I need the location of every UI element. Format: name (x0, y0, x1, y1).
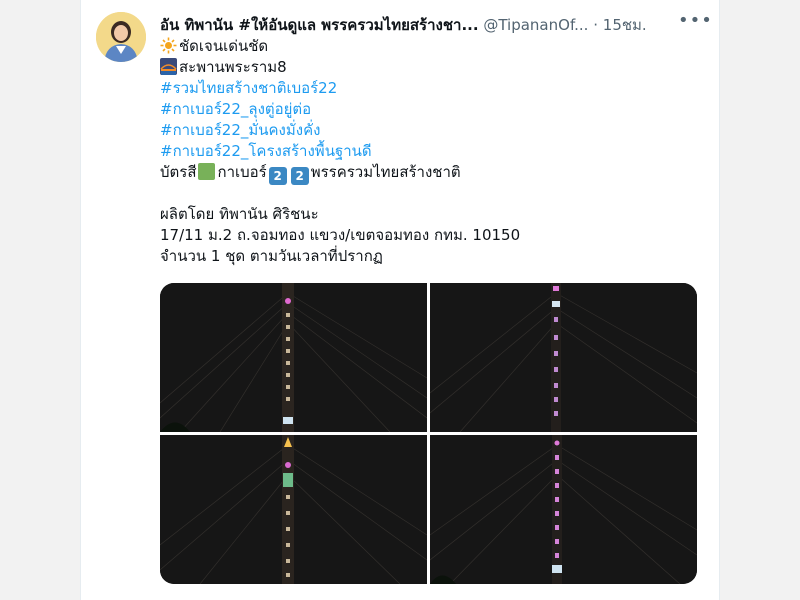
text-line: สะพานพระราม8 (160, 57, 700, 78)
text-quantity: จำนวน 1 ชุด ตามวันเวลาที่ปรากฏ (160, 247, 383, 265)
dot-separator: · (593, 16, 598, 34)
text-producer: ผลิตโดย ทิพานัน ศิริชนะ (160, 205, 319, 223)
photo-bridge-2[interactable] (430, 283, 697, 432)
photo-bridge-1[interactable] (160, 283, 427, 432)
timestamp[interactable]: 15ชม. (603, 16, 647, 34)
text-ballot-color: บัตรสี (160, 163, 197, 181)
text-line: บัตรสี กาเบอร์ 2 2 พรรครวมไทยสร้างชาติ (160, 162, 700, 185)
hashtag-link[interactable]: #กาเบอร์22_โครงสร้างพื้นฐานดี (160, 142, 372, 160)
green-square-icon (198, 163, 216, 180)
tweet-text: ชัดเจนเด่นชัด สะพานพระราม8 #รวมไทยสร้างช… (160, 36, 700, 267)
text-line: 17/11 ม.2 ถ.จอมทอง แขวง/เขตจอมทอง กทม. 1… (160, 225, 700, 246)
text-line: #กาเบอร์22_โครงสร้างพื้นฐานดี (160, 141, 700, 162)
text-vote-number: กาเบอร์ (217, 163, 267, 181)
background-left (0, 0, 80, 600)
text-line: ชัดเจนเด่นชัด (160, 36, 700, 57)
text-line: #กาเบอร์22_มั่นคงมั่งคั่ง (160, 120, 700, 141)
text-line: #รวมไทยสร้างชาติเบอร์22 (160, 78, 700, 99)
text-address: 17/11 ม.2 ถ.จอมทอง แขวง/เขตจอมทอง กทม. 1… (160, 226, 521, 244)
handle[interactable]: @TipananOf... (483, 16, 588, 34)
background-right (718, 0, 800, 600)
photo-grid (160, 283, 697, 584)
more-icon[interactable]: ••• (678, 10, 713, 31)
photo-bridge-4[interactable] (430, 435, 697, 584)
text-clear: ชัดเจนเด่นชัด (179, 37, 269, 55)
star-icon (160, 37, 177, 54)
hashtag-link[interactable]: #กาเบอร์22_ลุงตู่อยู่ต่อ (160, 100, 311, 118)
bridge-at-night-icon (160, 58, 177, 75)
hashtag-link[interactable]: #รวมไทยสร้างชาติเบอร์22 (160, 79, 337, 97)
tweet-header: อัน ทิพานัน #ให้อันดูแล พรรครวมไทยสร้างช… (160, 13, 647, 37)
keycap-two-icon: 2 (290, 167, 309, 185)
display-name[interactable]: อัน ทิพานัน #ให้อันดูแล พรรครวมไทยสร้างช… (160, 16, 479, 34)
text-line: ผลิตโดย ทิพานัน ศิริชนะ (160, 204, 700, 225)
text-line: #กาเบอร์22_ลุงตู่อยู่ต่อ (160, 99, 700, 120)
photo-bridge-3[interactable] (160, 435, 427, 584)
hashtag-link[interactable]: #กาเบอร์22_มั่นคงมั่งคั่ง (160, 121, 320, 139)
text-party-name: พรรครวมไทยสร้างชาติ (310, 163, 461, 181)
text-bridge: สะพานพระราม8 (179, 58, 287, 76)
avatar[interactable] (96, 12, 146, 62)
text-line: จำนวน 1 ชุด ตามวันเวลาที่ปรากฏ (160, 246, 700, 267)
keycap-two-icon: 2 (268, 167, 287, 185)
